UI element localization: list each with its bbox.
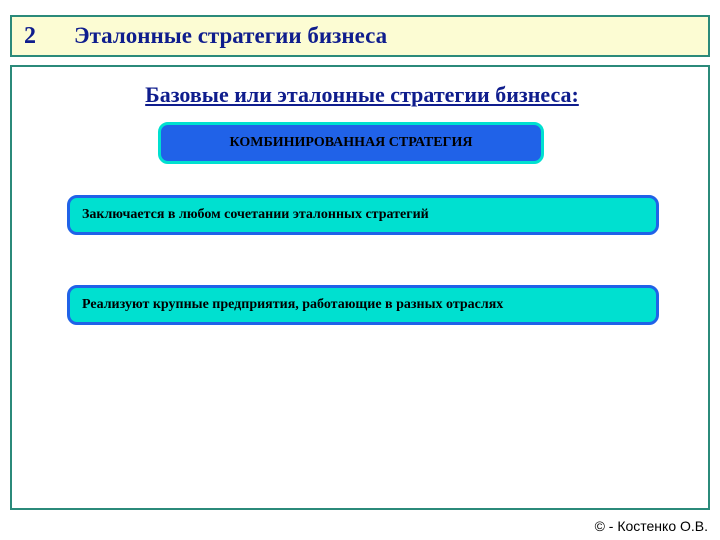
detail-box-2: Реализуют крупные предприятия, работающи… [67,285,659,325]
header-title: Эталонные стратегии бизнеса [74,23,387,49]
header-bar: 2 Эталонные стратегии бизнеса [10,15,710,57]
sub-heading: Базовые или эталонные стратегии бизнеса: [12,82,712,108]
header-number: 2 [24,23,36,50]
copyright-text: © - Костенко О.В. [595,518,708,534]
content-box: Базовые или эталонные стратегии бизнеса:… [10,65,710,510]
detail-box-1: Заключается в любом сочетании эталонных … [67,195,659,235]
strategy-main-box: КОМБИНИРОВАННАЯ СТРАТЕГИЯ [158,122,544,164]
